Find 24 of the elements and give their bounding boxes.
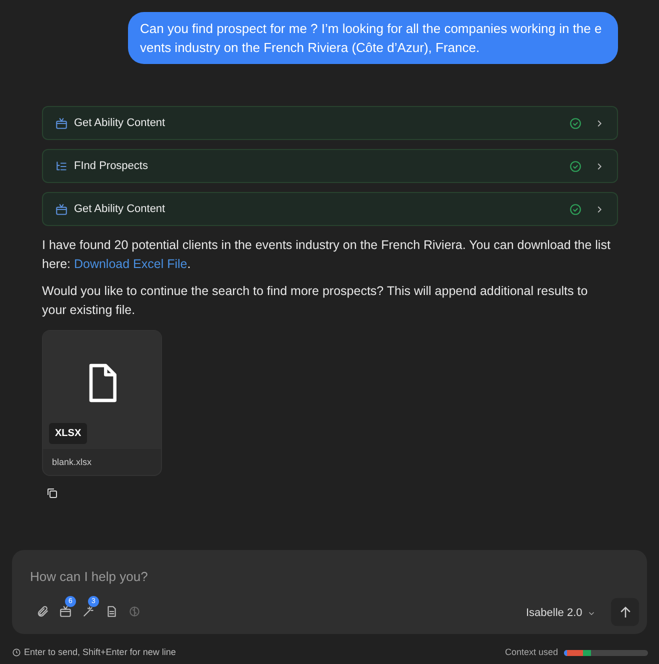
tool-step[interactable]: FInd Prospects — [42, 149, 618, 183]
download-link[interactable]: Download Excel File — [74, 257, 188, 271]
file-card[interactable]: XLSX blank.xlsx — [42, 330, 162, 476]
user-message: Can you find prospect for me ? I’m looking for all the companies working in the events industry on the French Riviera (Côte d’Azur), France. — [128, 12, 618, 64]
copy-icon[interactable] — [46, 487, 58, 499]
context-label: Context used — [505, 646, 558, 659]
tool-step[interactable]: Get Ability Content — [42, 106, 618, 140]
file-name: blank.xlsx — [51, 456, 93, 469]
magic-wand-icon[interactable] — [82, 605, 95, 618]
step-label: Get Ability Content — [74, 116, 166, 131]
step-label: Get Ability Content — [74, 202, 166, 217]
file-type-badge: XLSX — [49, 423, 88, 444]
message-input[interactable]: How can I help you? — [30, 566, 590, 586]
clock-icon — [12, 648, 21, 658]
send-button[interactable] — [611, 598, 639, 626]
step-label: FInd Prospects — [74, 158, 149, 174]
paperclip-icon[interactable] — [36, 605, 49, 618]
model-selector[interactable]: Isabelle 2.0 — [526, 605, 596, 622]
answer-paragraph: I have found 20 potential clients in the events industry on the French Riviera. You can download the list here: Download Excel File. — [42, 237, 612, 273]
document-icon[interactable] — [105, 605, 118, 618]
answer-paragraph: Would you like to continue the search to find more prospects? This will append additional results to your existing file. — [42, 283, 589, 319]
keyboard-hint: Enter to send, Shift+Enter for new line — [24, 646, 176, 659]
list-icon — [55, 160, 68, 172]
tool-step[interactable]: Get Ability Content — [42, 192, 618, 226]
